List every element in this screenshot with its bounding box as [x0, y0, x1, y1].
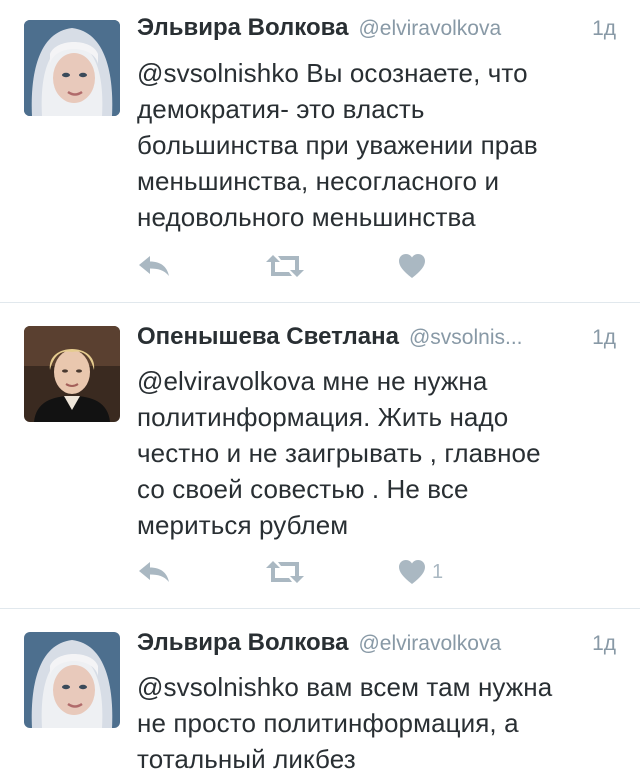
tweet-time[interactable]: 1д — [592, 326, 616, 350]
author-handle[interactable]: @elviravolkova — [358, 17, 580, 41]
author-name[interactable]: Эльвира Волкова — [137, 14, 348, 42]
like-button[interactable]: 1 — [398, 557, 443, 587]
tweet-text: @elviravolkova мне не нужна политинформа… — [137, 363, 617, 543]
reply-icon — [139, 256, 169, 276]
tweet-time[interactable]: 1д — [592, 632, 616, 656]
tweet-time[interactable]: 1д — [592, 17, 616, 41]
tweet-text: @svsolnishko вам всем там нужна не прост… — [137, 669, 617, 777]
tweet-actions: 1 — [137, 557, 497, 587]
retweet-button[interactable] — [265, 251, 305, 281]
tweet-2[interactable]: Опенышева Светлана @svsolnis... 1д @elvi… — [0, 303, 640, 608]
retweet-button[interactable] — [265, 557, 305, 587]
tweet-text-line: демократия- это власть — [137, 94, 425, 124]
tweet-text-line: политинформация. Жить надо — [137, 402, 509, 432]
tweet-actions — [137, 251, 497, 281]
heart-icon — [399, 560, 425, 584]
retweet-icon — [266, 255, 304, 277]
heart-icon — [399, 254, 425, 278]
tweet-header: Эльвира Волкова @elviravolkova 1д — [137, 629, 616, 663]
tweet-text-line: недовольного меньшинства — [137, 202, 476, 232]
like-count: 1 — [432, 560, 444, 583]
tweet-text-line: со своей совестью . Не все — [137, 474, 469, 504]
tweet-header: Опенышева Светлана @svsolnis... 1д — [137, 323, 616, 357]
tweet-header: Эльвира Волкова @elviravolkova 1д — [137, 14, 616, 48]
tweet-text-line: честно и не заигрывать , главное — [137, 438, 541, 468]
avatar-elvira[interactable] — [24, 632, 120, 728]
author-handle[interactable]: @elviravolkova — [358, 632, 580, 656]
tweet-text-line: @svsolnishko вам всем там нужна — [137, 672, 553, 702]
reply-button[interactable] — [137, 557, 171, 587]
tweet-text: @svsolnishko Вы осознаете, что демократи… — [137, 55, 617, 235]
tweet-text-line: не просто политинформация, а — [137, 708, 519, 738]
author-name[interactable]: Опенышева Светлана — [137, 323, 399, 351]
avatar-svetlana[interactable] — [24, 326, 120, 422]
tweet-text-line: @elviravolkova мне не нужна — [137, 366, 488, 396]
reply-button[interactable] — [137, 251, 171, 281]
tweet-text-line: @svsolnishko Вы осознаете, что — [137, 58, 528, 88]
avatar-elvira[interactable] — [24, 20, 120, 116]
tweet-3[interactable]: Эльвира Волкова @elviravolkova 1д @svsol… — [0, 609, 640, 774]
tweet-text-line: большинства при уважении прав — [137, 130, 538, 160]
author-name[interactable]: Эльвира Волкова — [137, 629, 348, 657]
tweet-text-line: меньшинства, несогласного и — [137, 166, 500, 196]
tweet-text-line: мериться рублем — [137, 510, 349, 540]
tweet-1[interactable]: Эльвира Волкова @elviravolkova 1д @svsol… — [0, 0, 640, 302]
reply-icon — [139, 562, 169, 582]
author-handle[interactable]: @svsolnis... — [409, 326, 580, 350]
like-button[interactable] — [398, 251, 432, 281]
retweet-icon — [266, 561, 304, 583]
